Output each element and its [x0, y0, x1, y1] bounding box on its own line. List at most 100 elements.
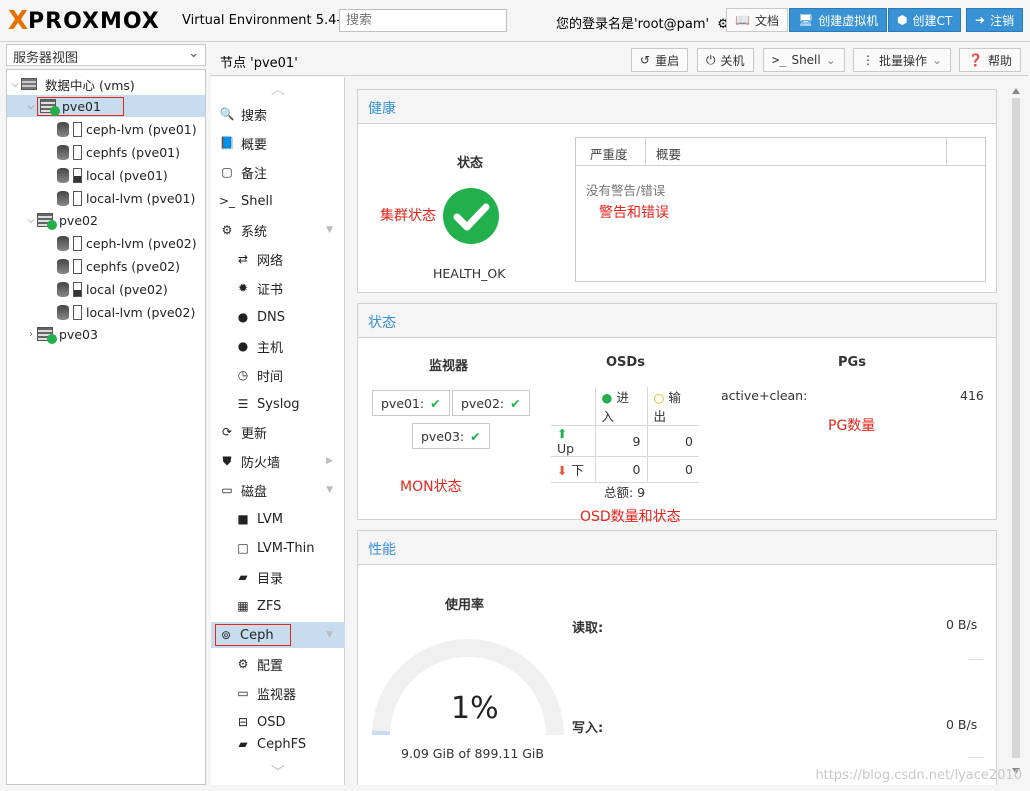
- annotation-pg: PG数量: [828, 418, 876, 434]
- menu-item-syslog[interactable]: ☰ Syslog: [211, 391, 345, 417]
- shell-button[interactable]: >_ Shell ⌄: [763, 48, 845, 72]
- tree-item-storage[interactable]: ceph-lvm (pve01): [7, 118, 205, 140]
- tree-item-storage[interactable]: local (pve02): [7, 278, 205, 300]
- power-icon: ⏻: [706, 52, 716, 67]
- login-info[interactable]: 您的登录名是'root@pam' ⚙: [556, 13, 729, 32]
- scroll-up-arrow[interactable]: [1012, 88, 1020, 94]
- monitor-pve03[interactable]: pve03: ✔: [412, 423, 490, 449]
- menu-item-osd[interactable]: ⊟ OSD: [211, 709, 345, 735]
- storage-icon: [73, 281, 82, 297]
- reboot-button[interactable]: ↺ 重启: [631, 48, 689, 72]
- storage-icon: [73, 144, 82, 160]
- menu-item-lvm[interactable]: ■ LVM: [211, 506, 345, 532]
- server-icon: [37, 213, 57, 230]
- logo-x: X: [8, 6, 29, 36]
- proxmox-logo[interactable]: X PROXMOX: [8, 8, 160, 34]
- warnings-grid-header: 严重度 概要: [576, 138, 985, 166]
- scroll-down-icon[interactable]: ﹀: [271, 762, 285, 782]
- menu-item-directory[interactable]: ▰ 目录: [211, 564, 345, 590]
- tree-item-pve03[interactable]: › pve03: [7, 323, 205, 345]
- monitor-pve01[interactable]: pve01: ✔: [372, 390, 450, 416]
- col-severity[interactable]: 严重度: [576, 138, 646, 165]
- content-scrollbar[interactable]: [1010, 88, 1022, 778]
- tree-item-storage[interactable]: ceph-lvm (pve02): [7, 232, 205, 254]
- menu-item-network[interactable]: ⇄ 网络: [211, 246, 345, 272]
- menu-item-ceph-config[interactable]: ⚙ 配置: [211, 651, 345, 677]
- menu-item-time[interactable]: ◷ 时间: [211, 362, 345, 388]
- menu-item-summary[interactable]: 📘 概要: [211, 130, 345, 156]
- tree-item-storage[interactable]: local-lvm (pve01): [7, 187, 205, 209]
- database-icon: [57, 304, 69, 320]
- create-ct-button[interactable]: ⬢ 创建CT: [888, 8, 962, 32]
- menu-item-notes[interactable]: ▢ 备注: [211, 159, 345, 185]
- tree-item-datacenter[interactable]: ⌵ 数据中心 (vms): [7, 73, 205, 95]
- search-input[interactable]: [339, 9, 507, 32]
- menu-item-updates[interactable]: ⟳ 更新: [211, 419, 345, 445]
- monitor-pve02[interactable]: pve02: ✔: [452, 390, 530, 416]
- create-vm-button[interactable]: 🖥 创建虚拟机: [789, 8, 888, 32]
- menu-item-system[interactable]: ⚙ 系统 ▼: [211, 217, 345, 243]
- scroll-up-icon[interactable]: ︿: [271, 79, 285, 99]
- read-label: 读取:: [572, 621, 604, 636]
- menu-item-dns[interactable]: ● DNS: [211, 304, 345, 330]
- status-heading: 状态: [358, 304, 996, 338]
- storage-icon: [73, 304, 82, 320]
- storage-icon: [73, 258, 82, 274]
- menu-item-ceph[interactable]: ⊚ Ceph ▼: [211, 622, 345, 648]
- chevron-down-icon[interactable]: ⌄: [826, 53, 836, 67]
- tree-item-pve01[interactable]: ⌵ pve01: [7, 95, 205, 117]
- scroll-thumb[interactable]: [1012, 98, 1020, 758]
- read-sparkline: [969, 659, 983, 660]
- col-summary[interactable]: 概要: [646, 138, 947, 165]
- collapse-icon[interactable]: ▼: [326, 225, 333, 235]
- sign-out-icon: ➜: [975, 13, 986, 27]
- menu-item-firewall[interactable]: ⛊ 防火墙 ▶: [211, 448, 345, 474]
- help-button[interactable]: ❓ 帮助: [959, 48, 1021, 72]
- clock-icon: ◷: [237, 368, 249, 382]
- view-selector[interactable]: 服务器视图 ⌄: [6, 44, 206, 66]
- tree-item-storage[interactable]: local (pve01): [7, 164, 205, 186]
- expander-icon[interactable]: ⌵: [9, 79, 21, 90]
- shutdown-button[interactable]: ⏻ 关机: [697, 48, 754, 72]
- menu-item-hosts[interactable]: ● 主机: [211, 333, 345, 359]
- expander-icon[interactable]: ⌵: [25, 215, 37, 226]
- terminal-icon: >_: [219, 194, 236, 208]
- osd-up-out: 0: [647, 425, 699, 457]
- no-warnings-text: 没有警告/错误: [586, 183, 666, 198]
- status-panel: 状态 监视器 pve01: ✔ pve02: ✔ pve03: ✔ MON状态 OSD…: [357, 303, 997, 525]
- folder-icon: ▰: [238, 570, 248, 584]
- menu-item-disks[interactable]: ▭ 磁盘 ▼: [211, 477, 345, 503]
- chevron-down-icon: ⌄: [188, 46, 199, 61]
- tree-item-storage[interactable]: local-lvm (pve02): [7, 301, 205, 323]
- tree-item-pve02[interactable]: ⌵ pve02: [7, 209, 205, 231]
- menu-item-lvm-thin[interactable]: □ LVM-Thin: [211, 535, 345, 561]
- expand-icon[interactable]: ▶: [326, 456, 333, 466]
- storage-icon: [73, 121, 82, 137]
- expander-icon[interactable]: ›: [25, 329, 37, 340]
- menu-item-search[interactable]: 🔍 搜索: [211, 101, 345, 127]
- undo-icon: ↺: [640, 53, 651, 67]
- tree-item-storage[interactable]: cephfs (pve02): [7, 255, 205, 277]
- pg-count: 416: [960, 388, 984, 403]
- menu-item-monitor[interactable]: ▭ 监视器: [211, 680, 345, 706]
- write-sparkline: [969, 757, 983, 758]
- menu-item-zfs[interactable]: ▦ ZFS: [211, 593, 345, 619]
- menu-item-cephfs[interactable]: ▰ CephFS: [211, 737, 345, 751]
- resource-tree: ⌵ 数据中心 (vms) ⌵ pve01 ceph-lvm (pve01) ce…: [6, 69, 206, 785]
- database-icon: [57, 258, 69, 274]
- menu-item-shell[interactable]: >_ Shell: [211, 188, 345, 214]
- database-icon: [57, 144, 69, 160]
- ceph-dashboard: 健康 状态 集群状态 HEALTH_OK 严重度 概要 没有警告/错误 警告和错…: [347, 77, 1028, 785]
- bulk-actions-button[interactable]: ⋮ 批量操作 ⌄: [853, 48, 952, 72]
- menu-item-certificates[interactable]: ✹ 证书: [211, 275, 345, 301]
- expander-icon[interactable]: ⌵: [25, 101, 37, 112]
- logo-word: PROXMOX: [28, 8, 160, 34]
- collapse-icon[interactable]: ▼: [326, 630, 333, 640]
- docs-button[interactable]: 📖 文档: [726, 8, 788, 32]
- database-icon: [57, 121, 69, 137]
- write-value: 0 B/s: [946, 717, 978, 732]
- logout-button[interactable]: ➜ 注销: [966, 8, 1024, 32]
- collapse-icon[interactable]: ▼: [326, 485, 333, 495]
- tree-item-storage[interactable]: cephfs (pve01): [7, 141, 205, 163]
- annotation-osd: OSD数量和状态: [580, 509, 681, 525]
